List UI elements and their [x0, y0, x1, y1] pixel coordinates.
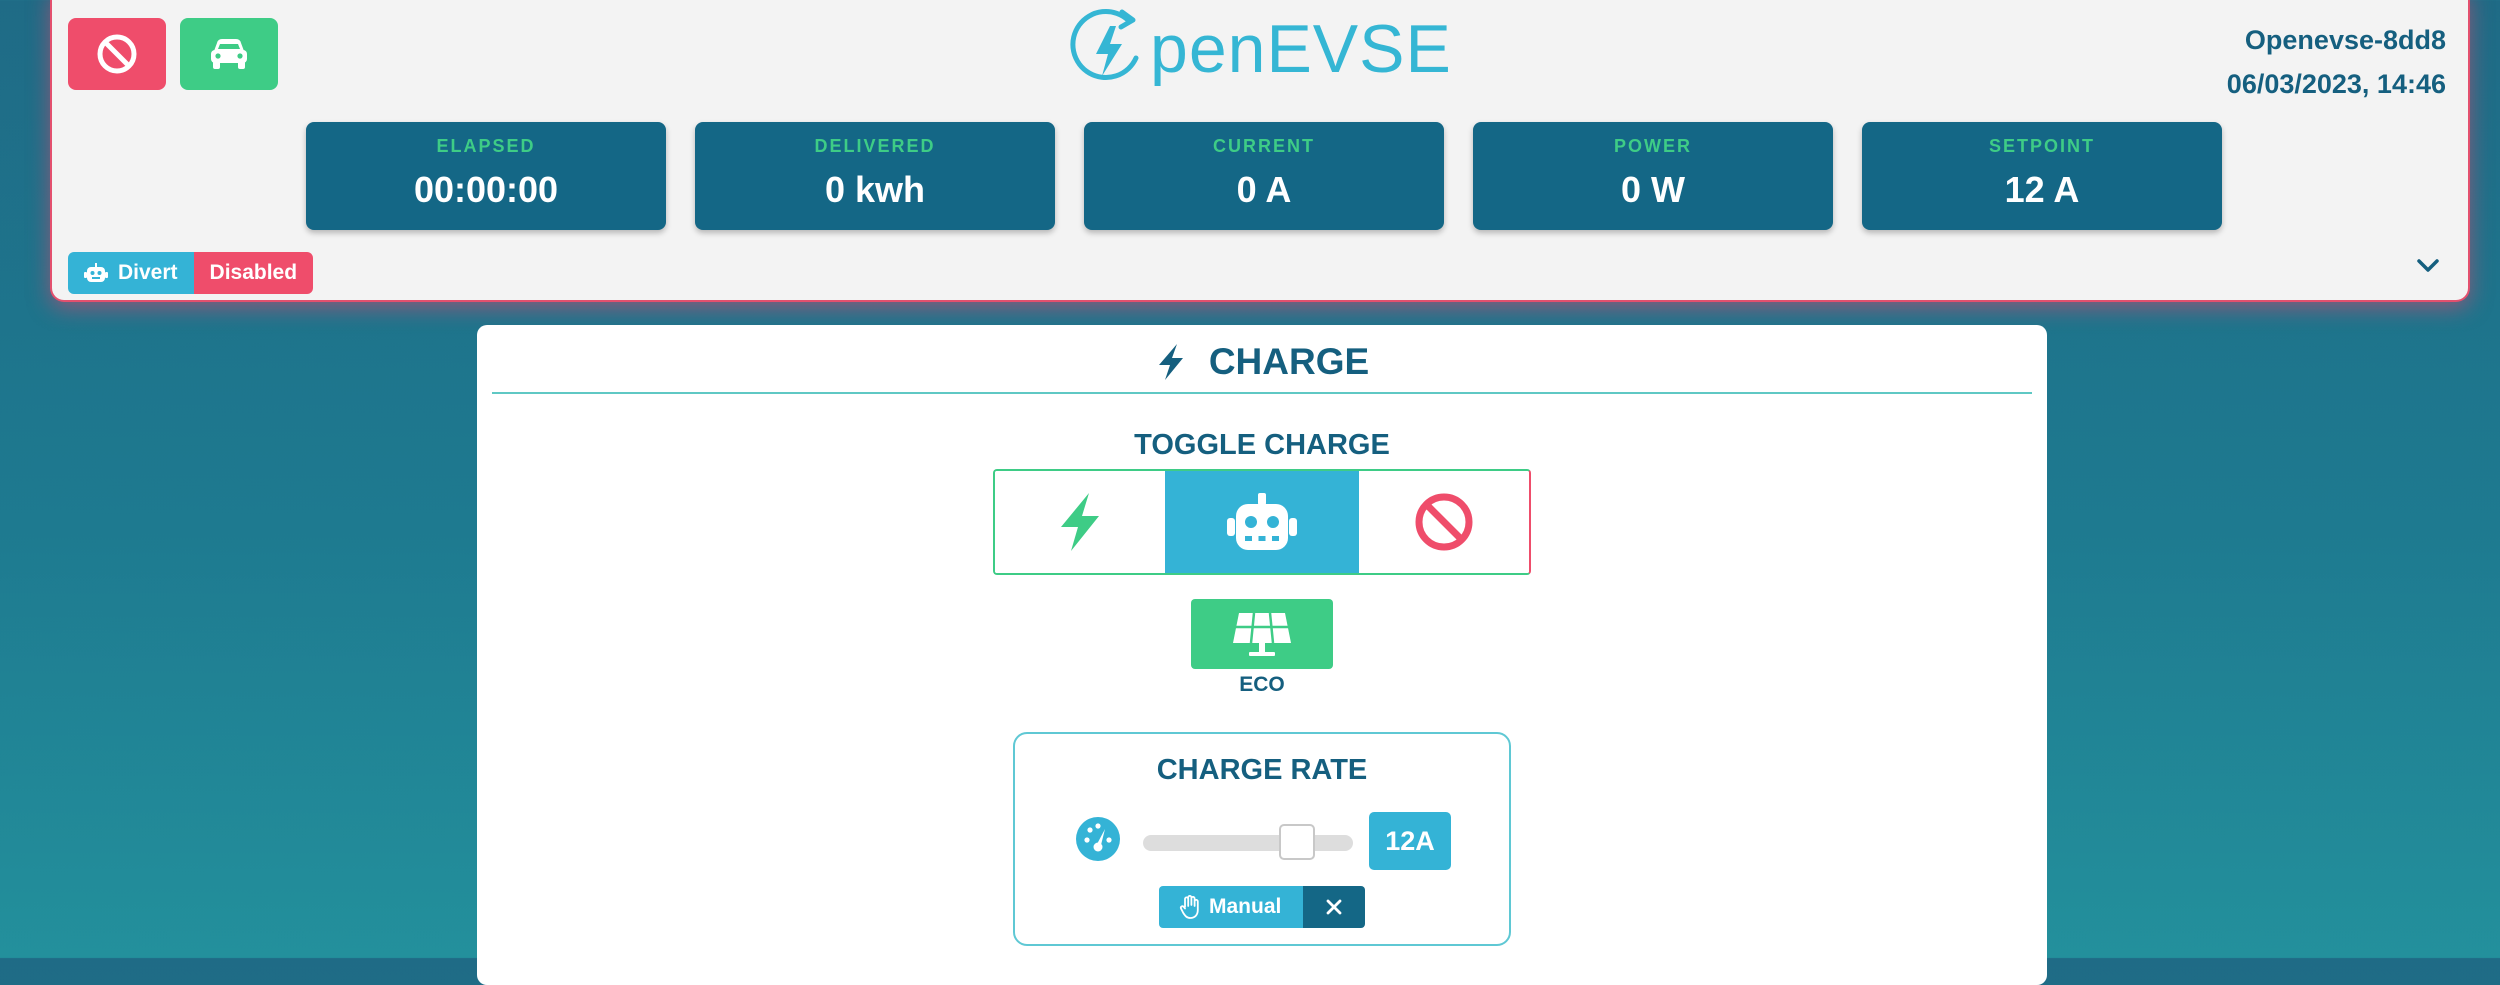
divert-text: Divert [118, 261, 178, 284]
device-info: Openevse-8dd8 06/03/2023, 14:46 [2227, 18, 2446, 106]
stat-label: SETPOINT [1988, 136, 2095, 156]
toggle-charge-title: TOGGLE CHARGE [1134, 429, 1390, 461]
eco-label: ECO [1239, 673, 1285, 696]
logo-text: penEVSE [1150, 11, 1452, 87]
robot-icon [1227, 493, 1297, 550]
gauge-icon [1076, 817, 1120, 861]
car-icon [211, 39, 247, 69]
robot-icon [84, 263, 108, 282]
manual-text: Manual [1209, 895, 1282, 918]
vehicle-button[interactable] [180, 18, 278, 90]
charge-auto-button[interactable] [1165, 471, 1359, 573]
charge-rate-slider[interactable] [1143, 835, 1353, 851]
eco-button[interactable] [1191, 599, 1333, 669]
device-name: Openevse-8dd8 [2244, 25, 2446, 55]
stat-value: 0 A [1236, 169, 1292, 210]
divert-state: Disabled [193, 252, 314, 294]
stat-value: 0 kwh [824, 169, 926, 210]
device-datetime: 06/03/2023, 14:46 [2226, 69, 2446, 99]
charge-toggle-group [993, 469, 1531, 575]
openevse-logo: penEVSE [1070, 4, 1452, 94]
stat-delivered: DELIVERED 0 kwh [695, 122, 1055, 230]
logo-bolt-icon [1070, 9, 1139, 80]
stat-power: POWER 0 W [1473, 122, 1833, 230]
stat-label: ELAPSED [436, 136, 536, 156]
charge-title: CHARGE [1208, 341, 1370, 382]
stat-label: CURRENT [1213, 136, 1315, 156]
stop-charge-button[interactable] [68, 18, 166, 90]
divider [492, 392, 2032, 394]
charge-card: CHARGE TOGGLE CHARGE ECO CHARGE RATE 12A… [477, 325, 2047, 985]
stat-value: 12 A [2004, 169, 2080, 210]
stat-value: 00:00:00 [413, 169, 559, 210]
chevron-down-icon[interactable] [2410, 248, 2446, 284]
manual-mode-label: Manual [1159, 886, 1303, 928]
stat-elapsed: ELAPSED 00:00:00 [306, 122, 666, 230]
divert-label: Divert [68, 252, 194, 294]
ban-icon [97, 34, 137, 74]
charge-rate-title: CHARGE RATE [1156, 754, 1368, 786]
charge-rate-panel: CHARGE RATE 12A Manual [1013, 732, 1511, 946]
bolt-icon [1158, 344, 1183, 380]
ban-icon [1415, 493, 1473, 551]
stat-setpoint: SETPOINT 12 A [1862, 122, 2222, 230]
hand-icon [1179, 895, 1199, 919]
close-icon [1326, 899, 1342, 915]
manual-override-badge: Manual [1159, 886, 1365, 928]
status-header: penEVSE Openevse-8dd8 06/03/2023, 14:46 … [50, 0, 2470, 302]
stat-current: CURRENT 0 A [1084, 122, 1444, 230]
slider-thumb[interactable] [1278, 824, 1315, 860]
charge-on-button[interactable] [995, 471, 1165, 573]
solar-panel-icon [1233, 612, 1291, 656]
stat-label: DELIVERED [814, 136, 936, 156]
stat-label: POWER [1613, 136, 1692, 156]
divert-status-badge[interactable]: Divert Disabled [68, 252, 314, 294]
charge-off-button[interactable] [1359, 471, 1529, 573]
charge-rate-value: 12A [1369, 812, 1451, 870]
charge-heading: CHARGE [477, 341, 2047, 383]
bolt-icon [1061, 493, 1099, 551]
clear-override-button[interactable] [1303, 886, 1365, 928]
stat-value: 0 W [1620, 169, 1685, 210]
